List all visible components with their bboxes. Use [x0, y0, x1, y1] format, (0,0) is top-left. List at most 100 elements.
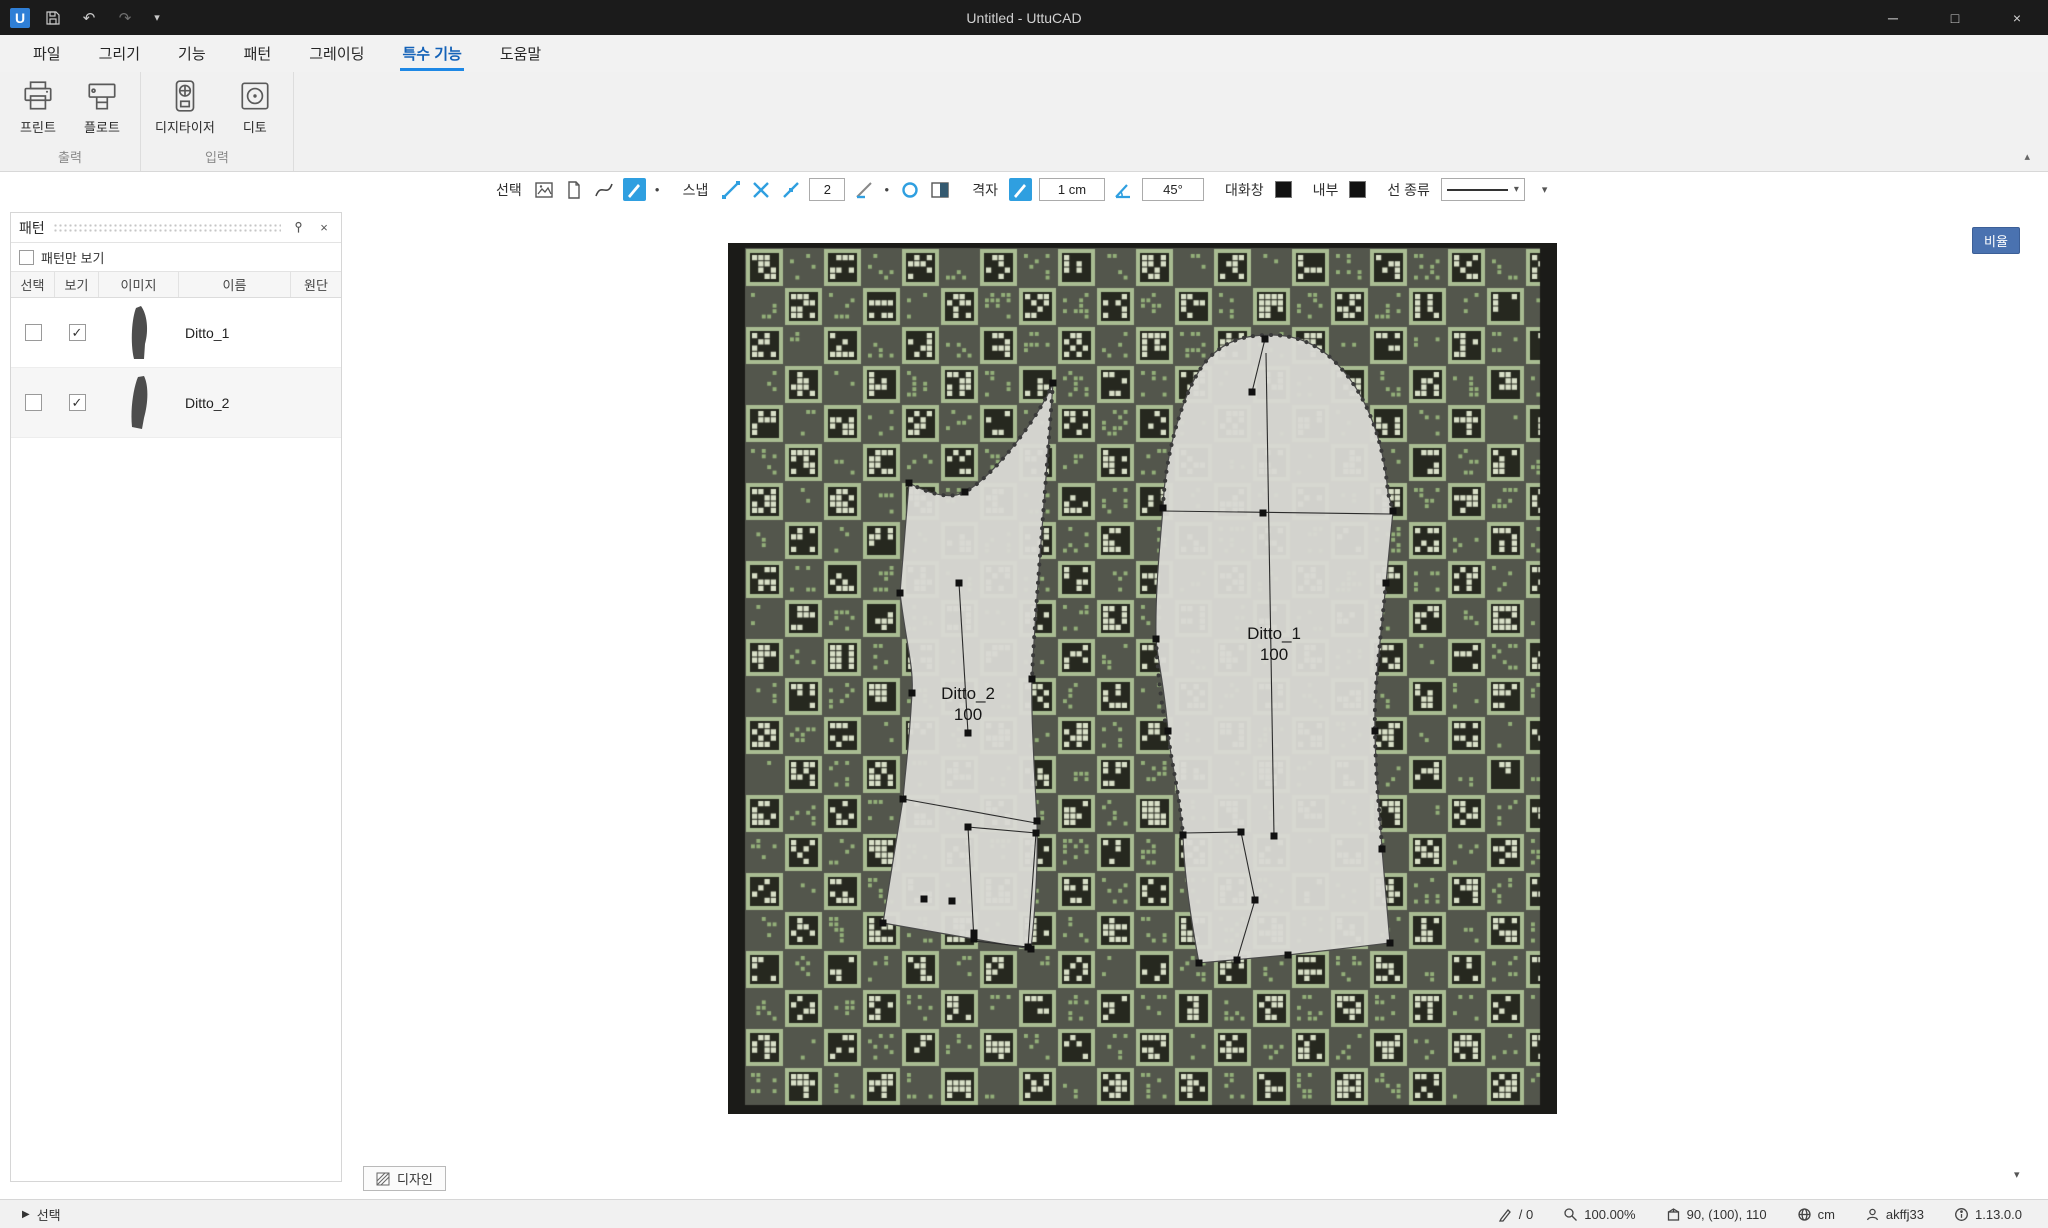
control-point[interactable] [1248, 388, 1256, 396]
control-point[interactable] [1152, 635, 1160, 643]
panel-drag-grip[interactable] [52, 223, 281, 232]
control-point[interactable] [1237, 828, 1245, 836]
row1-select-checkbox[interactable] [24, 324, 42, 341]
control-point[interactable] [970, 929, 978, 937]
line-type-label: 선 종류 [1387, 181, 1430, 198]
print-button[interactable]: 프린트 [8, 76, 68, 147]
control-point[interactable] [1159, 504, 1167, 512]
row1-thumbnail [99, 298, 179, 367]
pattern-row-ditto1[interactable]: ✓ Ditto_1 [11, 298, 341, 368]
pattern-piece-ditto2[interactable] [882, 382, 1054, 950]
snap-region-icon[interactable] [928, 178, 951, 201]
menu-file[interactable]: 파일 [14, 35, 80, 72]
ribbon-collapse-icon[interactable]: ▴ [2024, 150, 2030, 163]
dialog-color-swatch[interactable] [1274, 181, 1292, 198]
control-point[interactable] [920, 895, 928, 903]
menu-function[interactable]: 기능 [159, 35, 225, 72]
undo-icon[interactable]: ↶ [76, 5, 102, 31]
control-point[interactable] [1024, 943, 1032, 951]
pattern-panel-header[interactable]: 패턴 × [11, 213, 341, 243]
digitizer-button[interactable]: 디지타이저 [149, 76, 221, 147]
pattern-row-ditto2[interactable]: ✓ Ditto_2 [11, 368, 341, 438]
control-point[interactable] [1164, 727, 1172, 735]
panel-close-icon[interactable]: × [315, 219, 333, 237]
control-point[interactable] [905, 479, 913, 487]
control-point[interactable] [955, 579, 963, 587]
minimize-button[interactable]: ─ [1862, 0, 1924, 35]
control-point[interactable] [1284, 951, 1292, 959]
tab-overflow-icon[interactable]: ▾ [2014, 1168, 2020, 1181]
menu-draw[interactable]: 그리기 [80, 35, 159, 72]
toolbar-overflow-icon[interactable]: ▾ [1542, 183, 1548, 196]
snap-perpendicular-icon[interactable] [852, 178, 875, 201]
control-point[interactable] [899, 795, 907, 803]
row2-select-checkbox[interactable] [24, 394, 42, 411]
line-type-select[interactable]: ▾ [1440, 178, 1525, 201]
control-point[interactable] [1371, 727, 1379, 735]
control-point[interactable] [1382, 579, 1390, 587]
control-point[interactable] [1270, 832, 1278, 840]
save-icon[interactable] [40, 5, 66, 31]
control-point[interactable] [970, 935, 978, 943]
control-point[interactable] [1251, 896, 1259, 904]
control-point[interactable] [964, 823, 972, 831]
snap-intersection-icon[interactable] [749, 178, 772, 201]
tab-design[interactable]: 디자인 [363, 1166, 446, 1191]
pattern-only-checkbox[interactable] [19, 249, 34, 265]
point-dot-icon[interactable]: ● [655, 185, 660, 194]
maximize-button[interactable]: □ [1924, 0, 1986, 35]
control-point[interactable] [1261, 335, 1269, 343]
control-point[interactable] [961, 488, 969, 496]
snap-endpoint-icon[interactable] [719, 178, 742, 201]
snap-circle-icon[interactable] [898, 178, 921, 201]
menu-special-features[interactable]: 특수 기능 [383, 35, 480, 72]
menu-grading[interactable]: 그레이딩 [290, 35, 383, 72]
col-fabric: 원단 [304, 278, 328, 293]
quick-access-dropdown-icon[interactable]: ▾ [148, 5, 166, 31]
grid-pen-icon[interactable] [1008, 178, 1032, 201]
angle-icon[interactable] [1112, 178, 1135, 201]
close-button[interactable]: × [1986, 0, 2048, 35]
select-image-icon[interactable] [533, 178, 556, 201]
menu-help[interactable]: 도움말 [481, 35, 560, 72]
select-label: 선택 [496, 181, 522, 198]
angle-input[interactable] [1141, 178, 1204, 201]
redo-icon[interactable]: ↷ [112, 5, 138, 31]
snap-midpoint-icon[interactable] [779, 178, 802, 201]
snap-tolerance-input[interactable] [809, 178, 846, 201]
control-point[interactable] [1049, 379, 1057, 387]
control-point[interactable] [1386, 939, 1394, 947]
snap-point-dot-icon[interactable]: ● [884, 185, 889, 194]
control-point[interactable] [1378, 845, 1386, 853]
control-point[interactable] [1028, 675, 1036, 683]
row1-view-checkbox[interactable]: ✓ [68, 324, 86, 341]
control-point[interactable] [896, 589, 904, 597]
control-point[interactable] [1233, 956, 1241, 964]
interior-color-swatch[interactable] [1349, 181, 1367, 198]
ditto-button[interactable]: 디토 [225, 76, 285, 147]
pen-tool-active-icon[interactable] [622, 178, 646, 201]
control-point[interactable] [1032, 829, 1040, 837]
control-point[interactable] [879, 919, 887, 927]
grid-size-input[interactable] [1038, 178, 1105, 201]
control-point[interactable] [1389, 507, 1397, 515]
ribbon-group-input: 디지타이저 디토 입력 [141, 72, 294, 171]
status-unit[interactable]: cm [1797, 1207, 1835, 1222]
control-point[interactable] [964, 729, 972, 737]
status-selection-count: / 0 [1498, 1207, 1533, 1222]
ratio-button[interactable]: 비율 [1972, 227, 2020, 254]
menu-pattern[interactable]: 패턴 [225, 35, 291, 72]
select-page-icon[interactable] [563, 178, 586, 201]
plot-button[interactable]: 플로트 [72, 76, 132, 147]
status-zoom[interactable]: 100.00% [1563, 1207, 1636, 1222]
control-point[interactable] [1033, 817, 1041, 825]
control-point[interactable] [908, 689, 916, 697]
control-point[interactable] [1259, 509, 1267, 517]
select-curve-icon[interactable] [593, 178, 616, 201]
control-point[interactable] [1179, 831, 1187, 839]
pin-icon[interactable] [289, 219, 307, 237]
row2-view-checkbox[interactable]: ✓ [68, 394, 86, 411]
control-point[interactable] [948, 897, 956, 905]
control-point[interactable] [1195, 959, 1203, 967]
calibration-photo[interactable]: Ditto_1 100 Ditto_2 100 [728, 243, 1557, 1114]
